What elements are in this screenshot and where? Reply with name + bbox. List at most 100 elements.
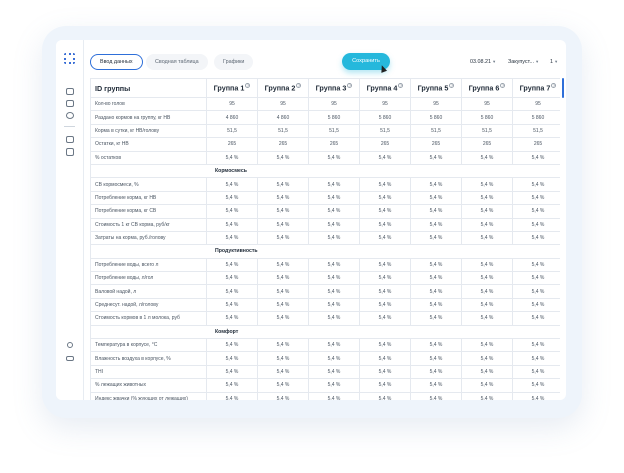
table-cell[interactable]: 5,4 % — [461, 217, 513, 232]
table-cell[interactable]: 5,4 % — [308, 297, 360, 313]
table-cell[interactable]: 5,4 % — [512, 230, 560, 246]
table-cell[interactable]: 5,4 % — [410, 311, 462, 326]
table-cell[interactable]: 51,5 — [206, 123, 258, 139]
table-cell[interactable]: 5,4 % — [359, 150, 411, 165]
table-cell[interactable]: 5,4 % — [257, 378, 309, 393]
table-cell[interactable]: 51,5 — [410, 123, 462, 139]
table-cell[interactable]: 5,4 % — [257, 338, 309, 353]
table-cell[interactable]: 5 860 — [410, 110, 462, 125]
table-cell[interactable]: 5,4 % — [359, 230, 411, 246]
table-cell[interactable]: 5,4 % — [461, 364, 513, 380]
table-cell[interactable]: 5,4 % — [512, 364, 560, 380]
table-cell[interactable]: 5,4 % — [461, 391, 513, 400]
table-cell[interactable]: 5,4 % — [206, 378, 258, 393]
table-cell[interactable]: 5,4 % — [206, 338, 258, 353]
table-cell[interactable]: 5,4 % — [359, 190, 411, 206]
tab-summary-table[interactable]: Сводная таблица — [146, 54, 208, 70]
table-cell[interactable]: 5,4 % — [410, 284, 462, 299]
table-cell[interactable]: 5 860 — [512, 110, 560, 125]
table-cell[interactable]: 5,4 % — [461, 177, 513, 192]
table-cell[interactable]: 5,4 % — [206, 391, 258, 400]
table-cell[interactable]: 5,4 % — [308, 284, 360, 299]
table-cell[interactable]: 5,4 % — [257, 190, 309, 206]
table-cell[interactable]: 5,4 % — [308, 190, 360, 206]
table-cell[interactable]: 5,4 % — [410, 338, 462, 353]
table-cell[interactable]: 5,4 % — [410, 378, 462, 393]
page-select[interactable]: 1 ▾ — [550, 54, 557, 70]
table-cell[interactable]: 5,4 % — [512, 351, 560, 366]
data-table-container[interactable]: ID группы Группа 1? Группа 2? Группа 3? Гру… — [90, 78, 560, 400]
table-cell[interactable]: 5,4 % — [257, 177, 309, 192]
location-icon[interactable] — [66, 112, 74, 119]
table-cell[interactable]: 5,4 % — [410, 177, 462, 192]
table-cell[interactable]: 5,4 % — [308, 204, 360, 219]
table-cell[interactable]: 5,4 % — [206, 271, 258, 286]
table-cell[interactable]: 5,4 % — [410, 364, 462, 380]
table-cell[interactable]: 5,4 % — [308, 364, 360, 380]
table-cell[interactable]: 5,4 % — [257, 204, 309, 219]
table-cell[interactable]: 5,4 % — [257, 311, 309, 326]
tab-data-entry[interactable]: Ввод данных — [90, 54, 143, 70]
table-cell[interactable]: 5,4 % — [359, 378, 411, 393]
table-cell[interactable]: 5,4 % — [461, 257, 513, 273]
table-cell[interactable]: 5,4 % — [461, 351, 513, 366]
table-cell[interactable]: 5,4 % — [206, 297, 258, 313]
info-icon[interactable]: ? — [296, 83, 302, 89]
table-cell[interactable]: 5,4 % — [206, 257, 258, 273]
info-icon[interactable]: ? — [398, 83, 404, 89]
table-cell[interactable]: 5,4 % — [359, 338, 411, 353]
table-cell[interactable]: 95 — [359, 96, 411, 112]
table-cell[interactable]: 5,4 % — [512, 150, 560, 165]
table-cell[interactable]: 51,5 — [359, 123, 411, 139]
table-cell[interactable]: 5,4 % — [512, 190, 560, 206]
table-cell[interactable]: 5,4 % — [512, 284, 560, 299]
table-cell[interactable]: 5,4 % — [359, 271, 411, 286]
table-cell[interactable]: 5,4 % — [512, 297, 560, 313]
table-cell[interactable]: 5,4 % — [410, 230, 462, 246]
logout-icon[interactable] — [66, 356, 74, 361]
table-cell[interactable]: 5,4 % — [461, 150, 513, 165]
table-cell[interactable]: 5,4 % — [257, 391, 309, 400]
table-cell[interactable]: 95 — [410, 96, 462, 112]
table-cell[interactable]: 5,4 % — [359, 311, 411, 326]
table-cell[interactable]: 5,4 % — [257, 271, 309, 286]
table-cell[interactable]: 95 — [206, 96, 258, 112]
table-cell[interactable]: 5,4 % — [410, 351, 462, 366]
table-cell[interactable]: 5,4 % — [206, 204, 258, 219]
table-cell[interactable]: 265 — [512, 137, 560, 152]
table-cell[interactable]: 51,5 — [461, 123, 513, 139]
table-cell[interactable]: 5,4 % — [206, 364, 258, 380]
table-cell[interactable]: 5,4 % — [359, 284, 411, 299]
info-icon[interactable]: ? — [449, 83, 455, 89]
table-cell[interactable]: 95 — [512, 96, 560, 112]
table-cell[interactable]: 51,5 — [257, 123, 309, 139]
table-cell[interactable]: 265 — [308, 137, 360, 152]
table-cell[interactable]: 5,4 % — [410, 150, 462, 165]
table-cell[interactable]: 5,4 % — [257, 150, 309, 165]
table-cell[interactable]: 5,4 % — [359, 177, 411, 192]
table-cell[interactable]: 5,4 % — [512, 257, 560, 273]
table-cell[interactable]: 5,4 % — [359, 351, 411, 366]
table-cell[interactable]: 5,4 % — [461, 338, 513, 353]
table-cell[interactable]: 5,4 % — [206, 311, 258, 326]
table-cell[interactable]: 265 — [461, 137, 513, 152]
table-cell[interactable]: 5,4 % — [206, 217, 258, 232]
table-cell[interactable]: 5,4 % — [308, 271, 360, 286]
table-cell[interactable]: 5 860 — [359, 110, 411, 125]
table-cell[interactable]: 5,4 % — [359, 204, 411, 219]
table-cell[interactable]: 5,4 % — [257, 230, 309, 246]
table-cell[interactable]: 5,4 % — [512, 177, 560, 192]
table-cell[interactable]: 5,4 % — [359, 364, 411, 380]
table-cell[interactable]: 5,4 % — [308, 150, 360, 165]
info-icon[interactable]: ? — [347, 83, 353, 89]
table-cell[interactable]: 5,4 % — [461, 230, 513, 246]
table-cell[interactable]: 5 860 — [308, 110, 360, 125]
table-cell[interactable]: 4 860 — [257, 110, 309, 125]
table-cell[interactable]: 5,4 % — [308, 391, 360, 400]
table-cell[interactable]: 5,4 % — [308, 378, 360, 393]
table-cell[interactable]: 5,4 % — [410, 257, 462, 273]
table-cell[interactable]: 265 — [410, 137, 462, 152]
table-cell[interactable]: 5,4 % — [512, 391, 560, 400]
table-cell[interactable]: 5,4 % — [461, 297, 513, 313]
filter-select[interactable]: Закупуст... ▾ — [508, 54, 538, 70]
